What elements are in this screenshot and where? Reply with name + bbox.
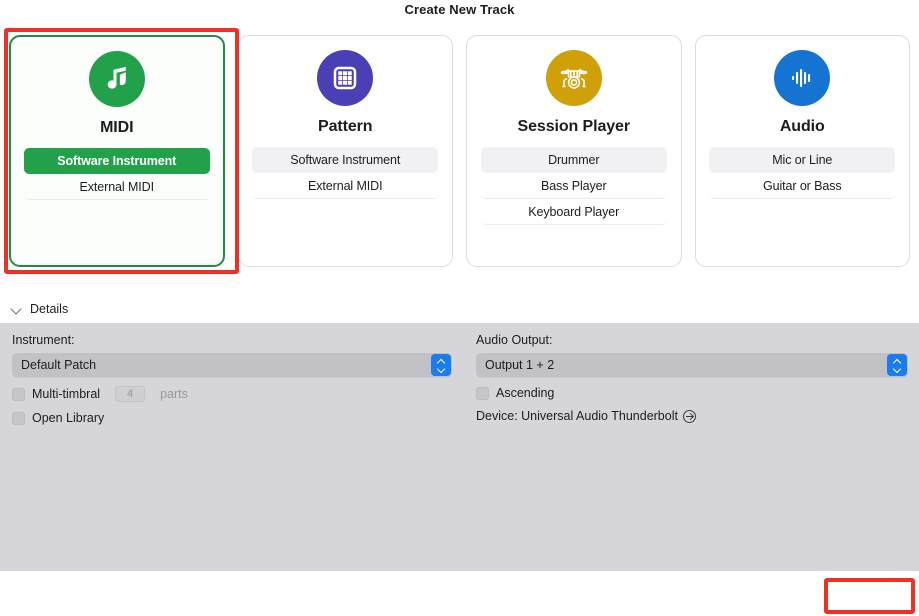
instrument-popup-button[interactable]: Default Patch: [12, 353, 452, 377]
device-row[interactable]: Device: Universal Audio Thunderbolt: [476, 409, 908, 423]
option-list: Software Instrument External MIDI: [252, 147, 439, 199]
option-drummer[interactable]: Drummer: [480, 147, 667, 173]
option-external-midi[interactable]: External MIDI: [23, 174, 210, 200]
drum-kit-icon: [545, 50, 602, 106]
track-type-card-midi[interactable]: MIDI Software Instrument External MIDI: [9, 35, 225, 267]
card-title: Session Player: [517, 118, 631, 135]
parts-field[interactable]: 4: [115, 386, 146, 402]
create-new-track-dialog: Create New Track MIDI Software Instrumen…: [0, 0, 919, 616]
track-type-card-audio[interactable]: Audio Mic or Line Guitar or Bass: [694, 35, 911, 267]
card-title: Pattern: [318, 118, 373, 135]
ascending-row: Ascending: [476, 386, 908, 400]
track-type-cards: MIDI Software Instrument External MIDI P…: [9, 35, 911, 267]
chevron-down-icon: [12, 304, 22, 314]
card-title: Audio: [779, 118, 825, 135]
option-guitar-or-bass[interactable]: Guitar or Bass: [709, 173, 896, 199]
circle-arrow-right-icon[interactable]: [682, 409, 696, 423]
dialog-footer: ? Number of tracks to create: Cancel Cre…: [0, 571, 919, 616]
option-bass-player[interactable]: Bass Player: [480, 173, 667, 199]
stepper-arrows-icon[interactable]: [887, 354, 907, 376]
open-library-label: Open Library: [32, 411, 105, 425]
option-external-midi[interactable]: External MIDI: [252, 173, 439, 199]
instrument-value: Default Patch: [21, 358, 97, 372]
ascending-checkbox[interactable]: [476, 386, 489, 400]
open-library-row: Open Library: [12, 411, 452, 425]
music-note-icon: [88, 51, 145, 107]
open-library-checkbox[interactable]: [12, 411, 25, 425]
option-list: Drummer Bass Player Keyboard Player: [480, 147, 667, 225]
audio-output-value: Output 1 + 2: [485, 358, 555, 372]
track-type-card-pattern[interactable]: Pattern Software Instrument External MID…: [237, 35, 454, 267]
page-title: Create New Track: [404, 2, 515, 17]
option-software-instrument[interactable]: Software Instrument: [252, 147, 439, 173]
option-list: Software Instrument External MIDI: [23, 148, 210, 200]
multitimbral-row: Multi-timbral 4 parts: [12, 386, 452, 402]
instrument-label: Instrument:: [12, 333, 75, 347]
waveform-icon: [774, 50, 831, 106]
option-keyboard-player[interactable]: Keyboard Player: [480, 199, 667, 225]
option-mic-or-line[interactable]: Mic or Line: [709, 147, 896, 173]
option-software-instrument[interactable]: Software Instrument: [23, 148, 210, 174]
multitimbral-label: Multi-timbral: [32, 387, 101, 401]
card-title: MIDI: [100, 119, 134, 136]
multitimbral-checkbox[interactable]: [12, 387, 25, 401]
audio-output-label: Audio Output:: [476, 333, 553, 347]
details-right-column: Audio Output: Output 1 + 2 Ascending Dev…: [476, 333, 908, 423]
option-list: Mic or Line Guitar or Bass: [709, 147, 896, 199]
details-label: Details: [30, 302, 69, 316]
ascending-label: Ascending: [496, 386, 555, 400]
details-panel: Instrument: Default Patch Multi-timbral …: [0, 323, 919, 571]
details-left-column: Instrument: Default Patch Multi-timbral …: [12, 333, 452, 425]
stepper-arrows-icon[interactable]: [431, 354, 451, 376]
audio-output-popup-button[interactable]: Output 1 + 2: [476, 353, 908, 377]
parts-label: parts: [160, 387, 188, 401]
device-label: Device: Universal Audio Thunderbolt: [476, 409, 678, 423]
details-disclosure[interactable]: Details: [0, 295, 919, 323]
track-type-card-session-player[interactable]: Session Player Drummer Bass Player Keybo…: [466, 35, 682, 267]
grid-icon: [317, 50, 374, 106]
